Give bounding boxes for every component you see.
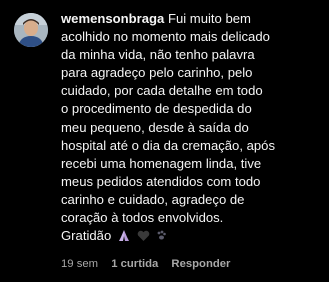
avatar[interactable] bbox=[14, 13, 48, 47]
praying-hands-icon bbox=[117, 229, 131, 247]
comment-line: cuidado, por cada detalhe em todo bbox=[61, 83, 263, 99]
comment-line: carinho e cuidado, agradeço de bbox=[61, 191, 245, 207]
comment-line: meus pedidos atendidos com todo bbox=[61, 173, 261, 189]
comment-line: para agradeço pelo carinho, pelo bbox=[61, 65, 253, 81]
comment-line: da minha vida, não tenho palavra bbox=[61, 47, 255, 63]
comment: wemensonbraga Fui muito bem acolhido no … bbox=[0, 0, 329, 282]
comment-line: hospital até o dia da cremação, após bbox=[61, 137, 276, 153]
timestamp: 19 sem bbox=[61, 258, 99, 270]
comment-line: o procedimento de despedida do bbox=[61, 101, 252, 117]
black-heart-icon bbox=[137, 229, 150, 247]
comment-line: acolhido no momento mais delicado bbox=[61, 29, 270, 45]
comment-meta: 19 sem 1 curtida Responder bbox=[61, 258, 240, 270]
comment-line: Gratidão bbox=[61, 228, 112, 244]
comment-line: meu pequeno, desde à saída do bbox=[61, 119, 249, 135]
paw-prints-icon bbox=[155, 229, 168, 247]
comment-text: wemensonbraga Fui muito bem acolhido no … bbox=[61, 10, 323, 247]
comment-line: recebi uma homenagem linda, tive bbox=[61, 155, 262, 171]
comment-line: Fui muito bem bbox=[167, 11, 251, 26]
reply-button[interactable]: Responder bbox=[171, 258, 230, 270]
username[interactable]: wemensonbraga bbox=[61, 11, 164, 26]
avatar-photo bbox=[14, 13, 48, 47]
likes-count[interactable]: 1 curtida bbox=[111, 258, 158, 270]
comment-line: coração à todos envolvidos. bbox=[61, 210, 224, 226]
